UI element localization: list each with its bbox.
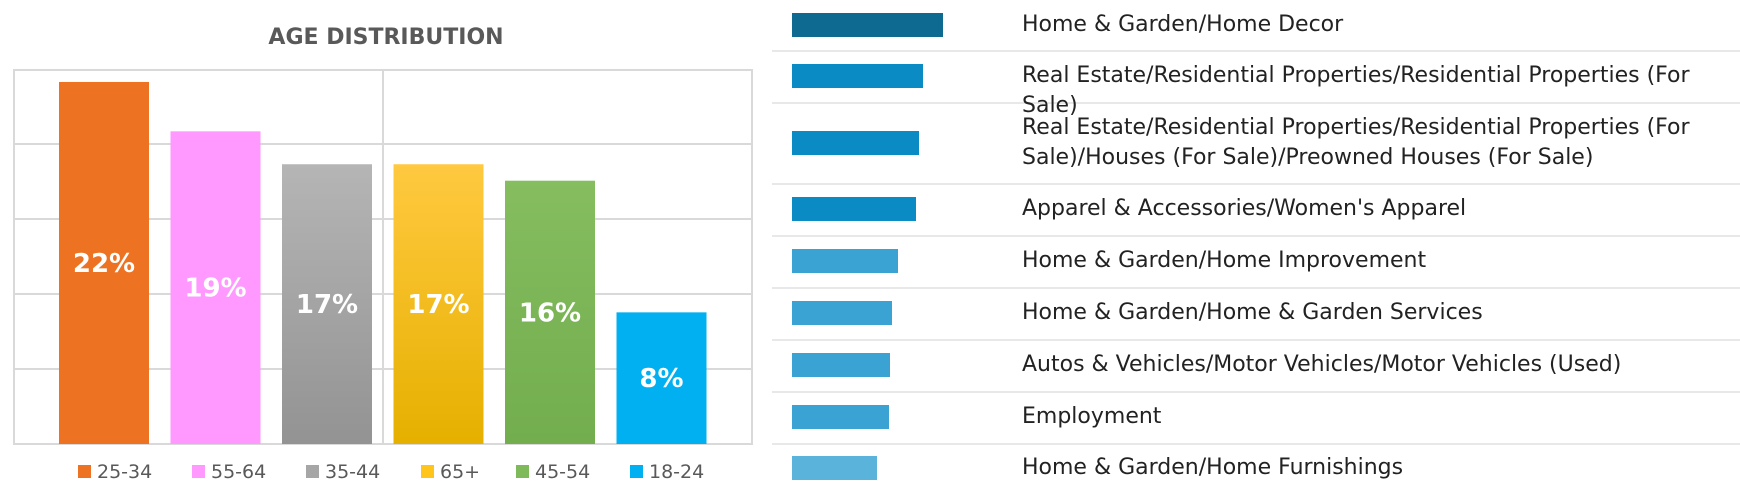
chart-title: AGE DISTRIBUTION xyxy=(268,25,503,50)
bar-label-35-44: 17% xyxy=(296,290,358,320)
legend-swatch-65+ xyxy=(421,465,434,478)
interest-label: Apparel & Accessories/Women's Apparel xyxy=(1022,196,1467,221)
legend-label-18-24: 18-24 xyxy=(649,461,704,483)
interest-bar xyxy=(792,405,889,429)
interest-bar xyxy=(792,64,923,88)
chart-svg: AGE DISTRIBUTION 22% 19% 17% 17% 16% 8% 25-34 55… xyxy=(13,25,753,483)
legend-swatch-25-34 xyxy=(78,465,91,478)
interest-row: Apparel & Accessories/Women's Apparel xyxy=(772,183,1740,237)
interest-row: Real Estate/Residential Properties/Resid… xyxy=(772,102,1740,185)
interest-label: Home & Garden/Home & Garden Services xyxy=(1022,300,1483,325)
interest-row: Real Estate/Residential Properties/Resid… xyxy=(772,50,1740,118)
legend-label-35-44: 35-44 xyxy=(325,461,380,483)
interest-bar xyxy=(792,131,919,155)
interest-bar xyxy=(792,456,877,480)
legend-swatch-35-44 xyxy=(306,465,319,478)
legend-swatch-45-54 xyxy=(516,465,529,478)
interest-row: Employment xyxy=(772,391,1740,445)
interest-label: Home & Garden/Home Decor xyxy=(1022,12,1344,37)
interest-label: Real Estate/Residential Properties/Resid… xyxy=(1022,115,1690,170)
legend-swatch-18-24 xyxy=(630,465,643,478)
legend-swatch-55-64 xyxy=(192,465,205,478)
bar-label-25-34: 22% xyxy=(73,249,135,279)
interest-bar xyxy=(792,249,898,273)
interest-row: Home & Garden/Home Furnishings xyxy=(772,443,1740,492)
interest-bar xyxy=(792,353,890,377)
bar-label-55-64: 19% xyxy=(184,274,246,304)
interest-label: Home & Garden/Home Improvement xyxy=(1022,248,1427,273)
interest-bar xyxy=(792,301,892,325)
legend-label-25-34: 25-34 xyxy=(97,461,152,483)
legend-label-65+: 65+ xyxy=(440,461,480,483)
interest-bar xyxy=(792,197,916,221)
legend-label-55-64: 55-64 xyxy=(211,461,266,483)
interest-label: Autos & Vehicles/Motor Vehicles/Motor Ve… xyxy=(1022,352,1622,377)
interest-label: Home & Garden/Home Furnishings xyxy=(1022,455,1404,480)
bar-label-18-24: 8% xyxy=(639,364,683,394)
bar-label-45-54: 16% xyxy=(519,298,581,328)
interest-row: Autos & Vehicles/Motor Vehicles/Motor Ve… xyxy=(772,339,1740,393)
bar-label-65+: 17% xyxy=(407,290,469,320)
interest-row: Home & Garden/Home Improvement xyxy=(772,235,1740,289)
interest-bar xyxy=(792,13,943,37)
legend-label-45-54: 45-54 xyxy=(535,461,590,483)
age-distribution-chart: AGE DISTRIBUTION 22% 19% 17% 17% 16% 8% 25-34 55… xyxy=(0,0,760,492)
interest-row: Home & Garden/Home Decor xyxy=(772,0,1740,52)
interest-list: Home & Garden/Home Decor Real Estate/Resi… xyxy=(772,0,1740,492)
interest-row: Home & Garden/Home & Garden Services xyxy=(772,287,1740,341)
interest-label: Employment xyxy=(1022,404,1162,429)
